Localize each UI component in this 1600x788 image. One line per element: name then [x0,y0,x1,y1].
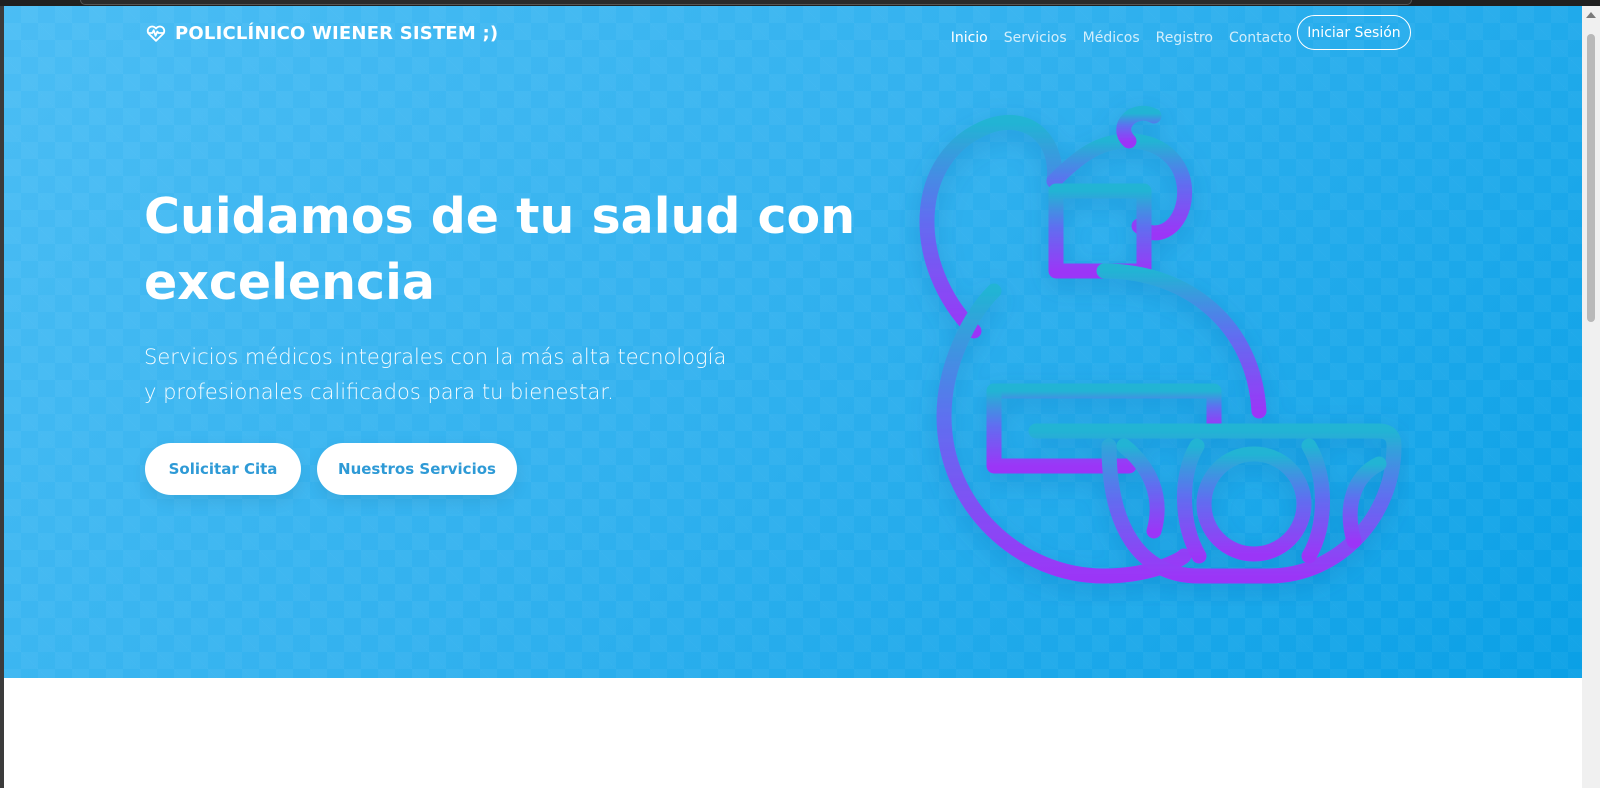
our-services-button[interactable]: Nuestros Servicios [317,443,517,495]
nav-link-medicos[interactable]: Médicos [1083,30,1140,46]
nav-link-inicio[interactable]: Inicio [951,30,988,46]
nav-link-contacto[interactable]: Contacto [1229,30,1292,46]
hero-title: Cuidamos de tu salud con excelencia [144,188,856,311]
heartbeat-icon [146,25,166,42]
browser-frame: POLICLÍNICO WIENER SISTEM ;) Inicio Serv… [0,0,1600,788]
login-button[interactable]: Iniciar Sesión [1297,15,1411,50]
page-viewport: POLICLÍNICO WIENER SISTEM ;) Inicio Serv… [4,6,1582,788]
scroll-up-arrow-icon[interactable] [1586,12,1596,18]
window-tab-edge [80,0,1412,5]
scrollbar-thumb[interactable] [1587,34,1595,322]
hero-section: POLICLÍNICO WIENER SISTEM ;) Inicio Serv… [4,6,1582,678]
nav-links: Inicio Servicios Médicos Registro Contac… [951,30,1292,46]
medicine-bottle-and-bowl-icon [919,105,1402,584]
nav-link-registro[interactable]: Registro [1156,30,1213,46]
brand-name: POLICLÍNICO WIENER SISTEM ;) [175,22,499,44]
top-navbar: POLICLÍNICO WIENER SISTEM ;) Inicio Serv… [4,6,1582,66]
request-appointment-button[interactable]: Solicitar Cita [145,443,301,495]
hero-subtitle: Servicios médicos integrales con la más … [144,345,727,404]
nav-link-servicios[interactable]: Servicios [1004,30,1067,46]
brand-logo[interactable]: POLICLÍNICO WIENER SISTEM ;) [145,22,498,44]
vertical-scrollbar[interactable] [1582,6,1600,788]
